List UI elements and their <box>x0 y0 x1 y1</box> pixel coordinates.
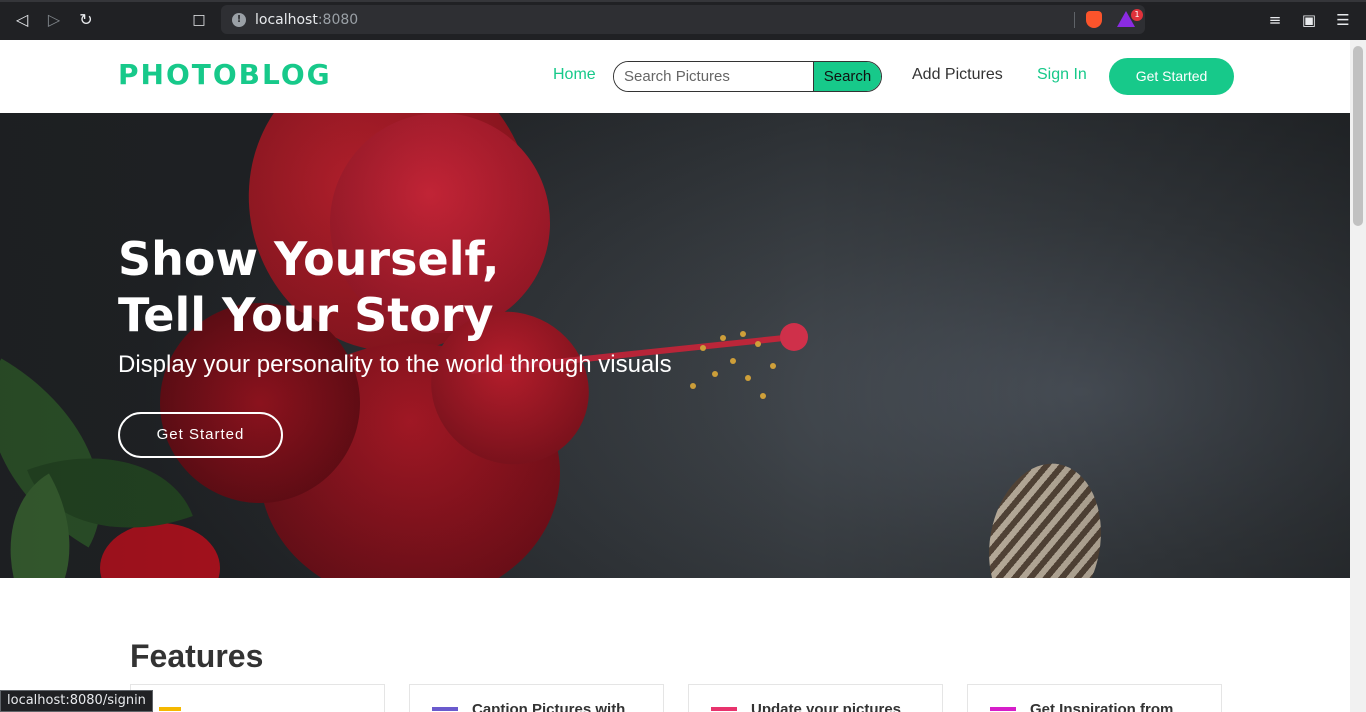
browser-toolbar: ◁ ▷ ↻ □ ! localhost:8080 1 ≡ ▣ ☰ <box>0 0 1366 40</box>
calendar-icon <box>159 707 181 712</box>
menu-icon[interactable]: ☰ <box>1333 10 1353 30</box>
address-divider <box>1074 12 1075 28</box>
feature-title: Caption Pictures with <box>472 701 626 712</box>
feature-title: Get Inspiration from <box>1030 701 1174 712</box>
site-logo[interactable]: PHOTOBLOG <box>118 58 332 91</box>
page-viewport: PHOTOBLOG Home Search Add Pictures Sign … <box>0 40 1350 712</box>
wallet-icon[interactable]: ▣ <box>1299 10 1319 30</box>
feature-card[interactable]: Update your pictures <box>688 684 943 712</box>
forward-icon[interactable]: ▷ <box>44 10 64 30</box>
hero-title: Show Yourself, Tell Your Story <box>118 231 499 343</box>
bookmark-icon[interactable]: □ <box>189 10 209 30</box>
hero-subtitle: Display your personality to the world th… <box>118 351 672 378</box>
url-port: :8080 <box>317 11 359 28</box>
inspiration-icon <box>990 707 1016 712</box>
page-scrollbar[interactable] <box>1350 40 1366 712</box>
header-get-started-button[interactable]: Get Started <box>1109 58 1234 95</box>
hero-title-line-1: Show Yourself, <box>118 232 500 286</box>
tab-strip <box>0 0 1366 2</box>
brave-shields-icon[interactable] <box>1086 11 1102 28</box>
hero-get-started-button[interactable]: Get Started <box>118 412 283 458</box>
scrollbar-thumb[interactable] <box>1353 46 1363 226</box>
search-input[interactable] <box>614 62 813 91</box>
calendar-icon <box>711 707 737 712</box>
nav-link-add-pictures[interactable]: Add Pictures <box>912 66 1003 84</box>
search-form: Search <box>613 61 882 92</box>
site-info-icon[interactable]: ! <box>232 12 246 27</box>
url-host: localhost <box>255 11 318 28</box>
hero-title-line-2: Tell Your Story <box>118 288 494 342</box>
url-text[interactable]: localhost:8080 <box>255 12 358 28</box>
reload-icon[interactable]: ↻ <box>76 10 96 30</box>
caption-icon <box>432 707 458 712</box>
feature-card[interactable]: Caption Pictures with <box>409 684 664 712</box>
features-heading: Features <box>130 638 264 674</box>
media-playlist-icon[interactable]: ≡ <box>1265 10 1285 30</box>
site-header: PHOTOBLOG Home Search Add Pictures Sign … <box>0 40 1350 113</box>
feature-card[interactable] <box>130 684 385 712</box>
address-bar[interactable]: ! localhost:8080 1 <box>221 5 1145 34</box>
back-icon[interactable]: ◁ <box>12 10 32 30</box>
feature-card[interactable]: Get Inspiration from <box>967 684 1222 712</box>
hero-overlay <box>0 113 1350 578</box>
status-bubble: localhost:8080/signin <box>0 690 153 712</box>
feature-title: Update your pictures <box>751 701 902 712</box>
rewards-badge: 1 <box>1131 9 1143 21</box>
nav-link-sign-in[interactable]: Sign In <box>1037 66 1087 84</box>
nav-link-home[interactable]: Home <box>553 66 596 84</box>
hero-section: Show Yourself, Tell Your Story Display y… <box>0 113 1350 578</box>
search-button[interactable]: Search <box>813 62 881 91</box>
